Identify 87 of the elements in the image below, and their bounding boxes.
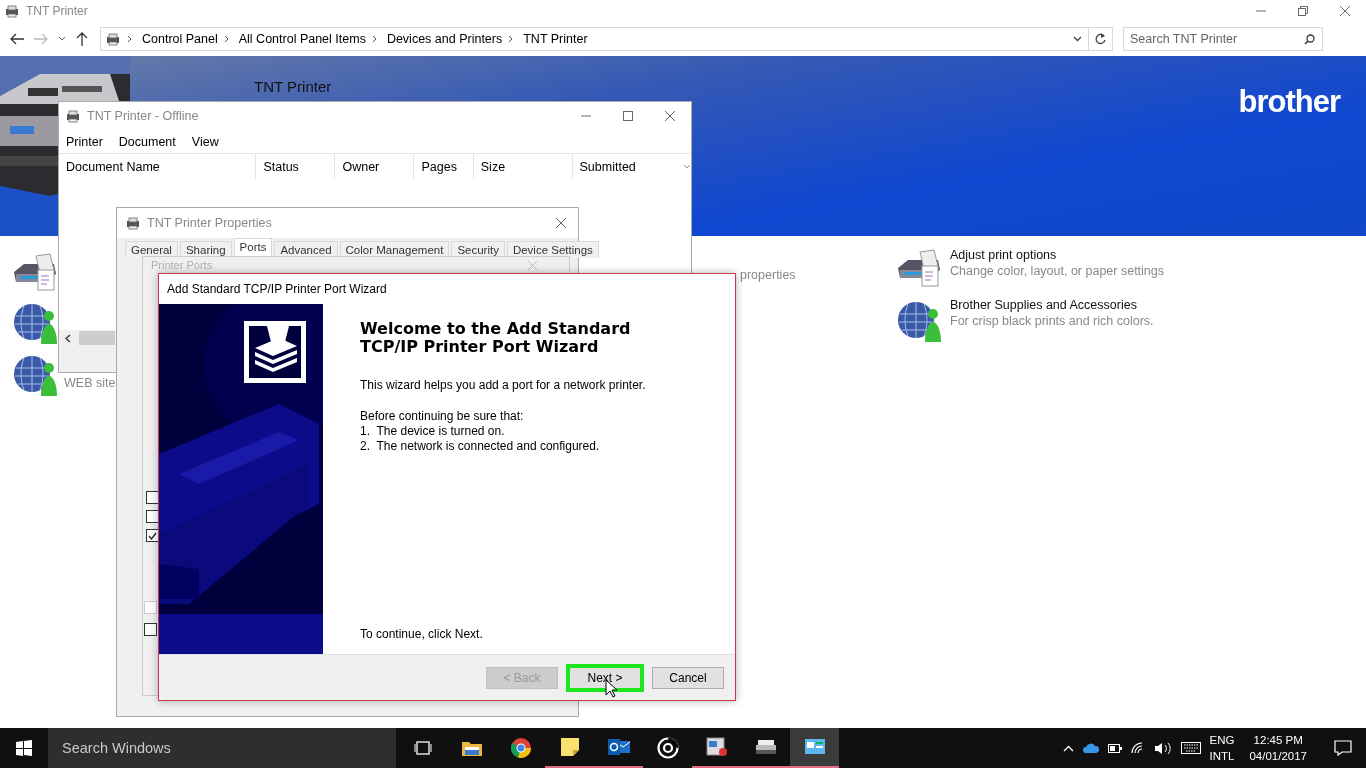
refresh-icon[interactable]: [1095, 33, 1106, 45]
task-link[interactable]: Adjust print options: [950, 248, 1165, 262]
chevron-icon: [127, 35, 132, 43]
search-field[interactable]: Search TNT Printer: [1123, 27, 1323, 51]
mail-icon: [607, 738, 630, 756]
column-header[interactable]: Status: [256, 154, 336, 179]
battery-icon[interactable]: [1107, 743, 1122, 753]
keyboard-icon[interactable]: [1180, 742, 1201, 754]
search-icon[interactable]: [1304, 34, 1315, 45]
windows-logo-icon[interactable]: [16, 740, 32, 756]
task-description: Change color, layout, or paper settings: [950, 264, 1165, 278]
chevron-icon: [223, 35, 229, 43]
window-title: TNT Printer Properties: [147, 216, 272, 230]
column-header[interactable]: Document Name: [59, 154, 257, 179]
task-description: WEB site: [64, 376, 116, 390]
volume-icon[interactable]: [1153, 741, 1172, 755]
printer-icon: [896, 248, 942, 288]
checklist-title: Before continuing be sure that:: [360, 409, 525, 424]
printer-icon: [12, 252, 58, 292]
cancel-button[interactable]: Cancel: [652, 666, 724, 689]
chevron-up-icon[interactable]: [1062, 744, 1074, 752]
language-indicator[interactable]: ENG: [1209, 732, 1235, 748]
menu-item[interactable]: Printer: [66, 134, 103, 149]
breadcrumb-link[interactable]: TNT Printer: [523, 32, 588, 46]
breadcrumb-link[interactable]: Control Panel: [142, 32, 218, 46]
close-icon[interactable]: [556, 218, 566, 228]
tab[interactable]: Device Settings: [506, 241, 599, 258]
dialog-title: Printer Ports: [151, 259, 213, 271]
wizard-heading: Welcome to the Add Standard TCP/IP Printer Port Wizard: [360, 320, 632, 356]
clock-date[interactable]: 04/01/2017: [1249, 748, 1307, 764]
printer-icon: [125, 216, 141, 230]
tab[interactable]: General: [125, 241, 178, 258]
restore-icon[interactable]: [1298, 6, 1308, 16]
checklist-item: 2. The network is connected and configured.: [360, 439, 601, 454]
checklist-item: 1. The device is turned on.: [360, 424, 506, 439]
task-description: properties: [740, 268, 797, 282]
column-header[interactable]: Size: [473, 154, 573, 179]
printer-icon: [754, 739, 777, 755]
window-title: TNT Printer - Offline: [87, 109, 199, 123]
task-view-icon: [413, 741, 432, 755]
maximize-icon[interactable]: [623, 111, 633, 121]
task-link[interactable]: Brother Supplies and Accessories: [950, 298, 1154, 312]
dropdown-icon[interactable]: [1073, 36, 1082, 42]
window-title: TNT Printer: [26, 4, 88, 18]
folder-icon: [461, 740, 482, 756]
close-icon[interactable]: [1340, 6, 1350, 16]
banner-title: TNT Printer: [254, 78, 332, 95]
column-header[interactable]: Pages: [414, 154, 474, 179]
disc-icon: [656, 737, 679, 759]
address-bar[interactable]: Control Panel All Control Panel Items Devices and Printers TNT Printer: [100, 27, 1113, 51]
close-icon[interactable]: [665, 111, 675, 121]
breadcrumb-link[interactable]: Devices and Printers: [386, 32, 503, 46]
chevron-icon: [371, 35, 377, 43]
chevron-icon: [508, 35, 514, 43]
printer-icon: [105, 32, 121, 46]
column-header[interactable]: Owner: [335, 154, 415, 179]
scrollbar-thumb[interactable]: [79, 331, 115, 345]
window-icon: [705, 737, 728, 757]
menu-item[interactable]: View: [191, 134, 219, 149]
back-icon[interactable]: [10, 33, 24, 45]
dialog-title: Add Standard TCP/IP Printer Port Wizard: [166, 281, 388, 298]
language-indicator[interactable]: INTL: [1209, 748, 1235, 764]
clock-time[interactable]: 12:45 PM: [1253, 732, 1303, 748]
control-panel-icon: [804, 738, 825, 756]
intro-text: This wizard helps you add a port for a network printer.: [360, 378, 647, 393]
sticky-note-icon: [560, 738, 579, 756]
task-description: For crisp black prints and rich colors.: [950, 314, 1154, 328]
brand-logo: brother: [1238, 84, 1340, 120]
column-header[interactable]: Submitted: [572, 154, 684, 179]
next-button[interactable]: Next >: [566, 663, 644, 692]
taskbar-button[interactable]: [790, 728, 839, 768]
scroll-left-icon[interactable]: [65, 333, 71, 343]
up-icon[interactable]: [76, 32, 88, 46]
dropdown-icon[interactable]: [58, 36, 66, 42]
browser-icon: [510, 738, 531, 758]
taskbar-search-field[interactable]: Search Windows: [48, 728, 396, 768]
cloud-icon[interactable]: [1082, 743, 1099, 753]
tab[interactable]: Ports: [233, 238, 273, 258]
breadcrumb-link[interactable]: All Control Panel Items: [238, 32, 366, 46]
printer-icon: [65, 109, 81, 123]
menu-item[interactable]: Document: [118, 134, 176, 149]
checkbox[interactable]: [144, 623, 157, 636]
printer-icon: [4, 4, 20, 18]
instruction-text: To continue, click Next.: [360, 627, 484, 642]
sort-icon: [683, 164, 691, 169]
notification-icon[interactable]: [1334, 740, 1352, 756]
wifi-icon[interactable]: [1130, 742, 1145, 754]
